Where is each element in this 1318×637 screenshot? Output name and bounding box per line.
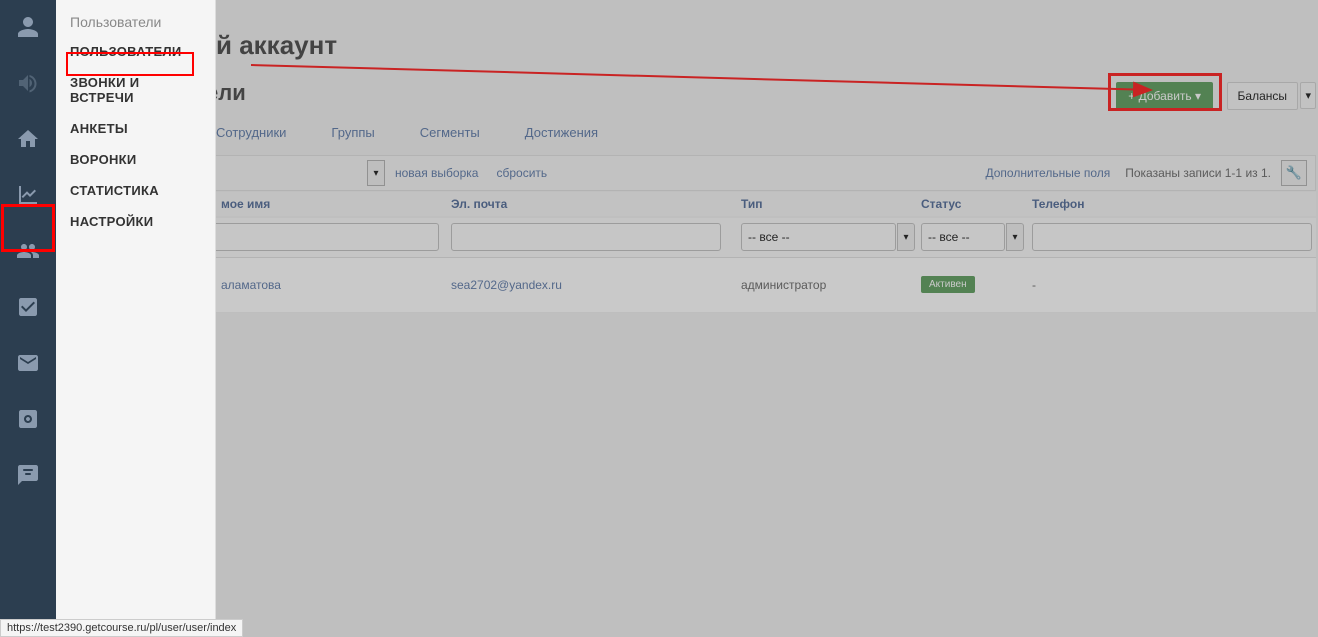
wrench-icon: 🔧 <box>1286 165 1302 181</box>
filter-status-dropdown-toggle[interactable]: ▾ <box>1006 223 1024 251</box>
add-button[interactable]: + Добавить ▾ <box>1116 82 1213 110</box>
sidebar-messages[interactable] <box>0 336 56 392</box>
sidebar-analytics[interactable] <box>0 168 56 224</box>
chat-icon <box>16 463 40 490</box>
sidebar-home[interactable] <box>0 112 56 168</box>
cell-phone: - <box>1032 278 1036 292</box>
checkbox-icon <box>16 295 40 322</box>
filter-bar: ▾ новая выборка сбросить Дополнительные … <box>76 155 1316 191</box>
filter-name-input[interactable] <box>191 223 439 251</box>
tab-achievements[interactable]: Достижения <box>525 125 598 140</box>
status-bar-url: https://test2390.getcourse.ru/pl/user/us… <box>0 619 243 637</box>
filter-row: ▾ ▾ <box>76 218 1316 258</box>
sidebar-chat[interactable] <box>0 448 56 504</box>
chart-icon <box>16 183 40 210</box>
records-shown-text: Показаны записи 1-1 из 1. <box>1125 166 1271 180</box>
table-header: мое имя Эл. почта Тип Статус Телефон <box>76 192 1316 216</box>
column-header-status[interactable]: Статус <box>921 197 961 211</box>
reset-link[interactable]: сбросить <box>496 166 547 180</box>
column-header-phone[interactable]: Телефон <box>1032 197 1084 211</box>
submenu-item-users[interactable]: ПОЛЬЗОВАТЕЛИ <box>56 36 215 67</box>
filter-type-select[interactable] <box>741 223 896 251</box>
sidebar-sound[interactable] <box>0 56 56 112</box>
main-area: й аккаунт ели + Добавить ▾ Балансы ▾ Сот… <box>56 0 1318 637</box>
submenu-item-settings[interactable]: НАСТРОЙКИ <box>56 206 215 237</box>
cell-email[interactable]: sea2702@yandex.ru <box>451 278 562 292</box>
sidebar-settings[interactable] <box>0 392 56 448</box>
icon-sidebar <box>0 0 56 637</box>
tabs: Сотрудники Группы Сегменты Достижения <box>216 125 598 140</box>
filter-email-input[interactable] <box>451 223 721 251</box>
submenu-item-statistics[interactable]: СТАТИСТИКА <box>56 175 215 206</box>
users-icon <box>16 239 40 266</box>
mail-icon <box>16 351 40 378</box>
column-header-name[interactable]: мое имя <box>221 197 270 211</box>
sidebar-profile[interactable] <box>0 0 56 56</box>
cell-name[interactable]: аламатова <box>221 278 281 292</box>
status-badge: Активен <box>921 276 975 293</box>
volume-icon <box>16 71 40 98</box>
filter-phone-input[interactable] <box>1032 223 1312 251</box>
cell-type: администратор <box>741 278 826 292</box>
user-icon <box>16 15 40 42</box>
annotation-arrow <box>251 60 1163 110</box>
settings-wrench-button[interactable]: 🔧 <box>1281 160 1307 186</box>
filter-status-select[interactable] <box>921 223 1005 251</box>
submenu-item-forms[interactable]: АНКЕТЫ <box>56 113 215 144</box>
sidebar-users[interactable] <box>0 224 56 280</box>
new-selection-link[interactable]: новая выборка <box>395 166 478 180</box>
filter-dropdown-toggle[interactable]: ▾ <box>367 160 385 186</box>
extra-fields-link[interactable]: Дополнительные поля <box>986 166 1111 180</box>
submenu-item-funnels[interactable]: ВОРОНКИ <box>56 144 215 175</box>
tab-employees[interactable]: Сотрудники <box>216 125 286 140</box>
balances-button[interactable]: Балансы <box>1227 82 1298 110</box>
gear-box-icon <box>16 407 40 434</box>
submenu-title: Пользователи <box>56 8 215 36</box>
column-header-type[interactable]: Тип <box>741 197 763 211</box>
table-row: аламатова sea2702@yandex.ru администрато… <box>76 258 1316 313</box>
tab-segments[interactable]: Сегменты <box>420 125 480 140</box>
page-title: й аккаунт <box>216 30 337 61</box>
column-header-email[interactable]: Эл. почта <box>451 197 507 211</box>
tab-groups[interactable]: Группы <box>331 125 374 140</box>
filter-type-dropdown-toggle[interactable]: ▾ <box>897 223 915 251</box>
home-icon <box>16 127 40 154</box>
submenu-item-calls[interactable]: ЗВОНКИ И ВСТРЕЧИ <box>56 67 215 113</box>
sidebar-tasks[interactable] <box>0 280 56 336</box>
submenu-panel: Пользователи ПОЛЬЗОВАТЕЛИ ЗВОНКИ И ВСТРЕ… <box>56 0 216 637</box>
balances-dropdown-button[interactable]: ▾ <box>1300 82 1316 109</box>
